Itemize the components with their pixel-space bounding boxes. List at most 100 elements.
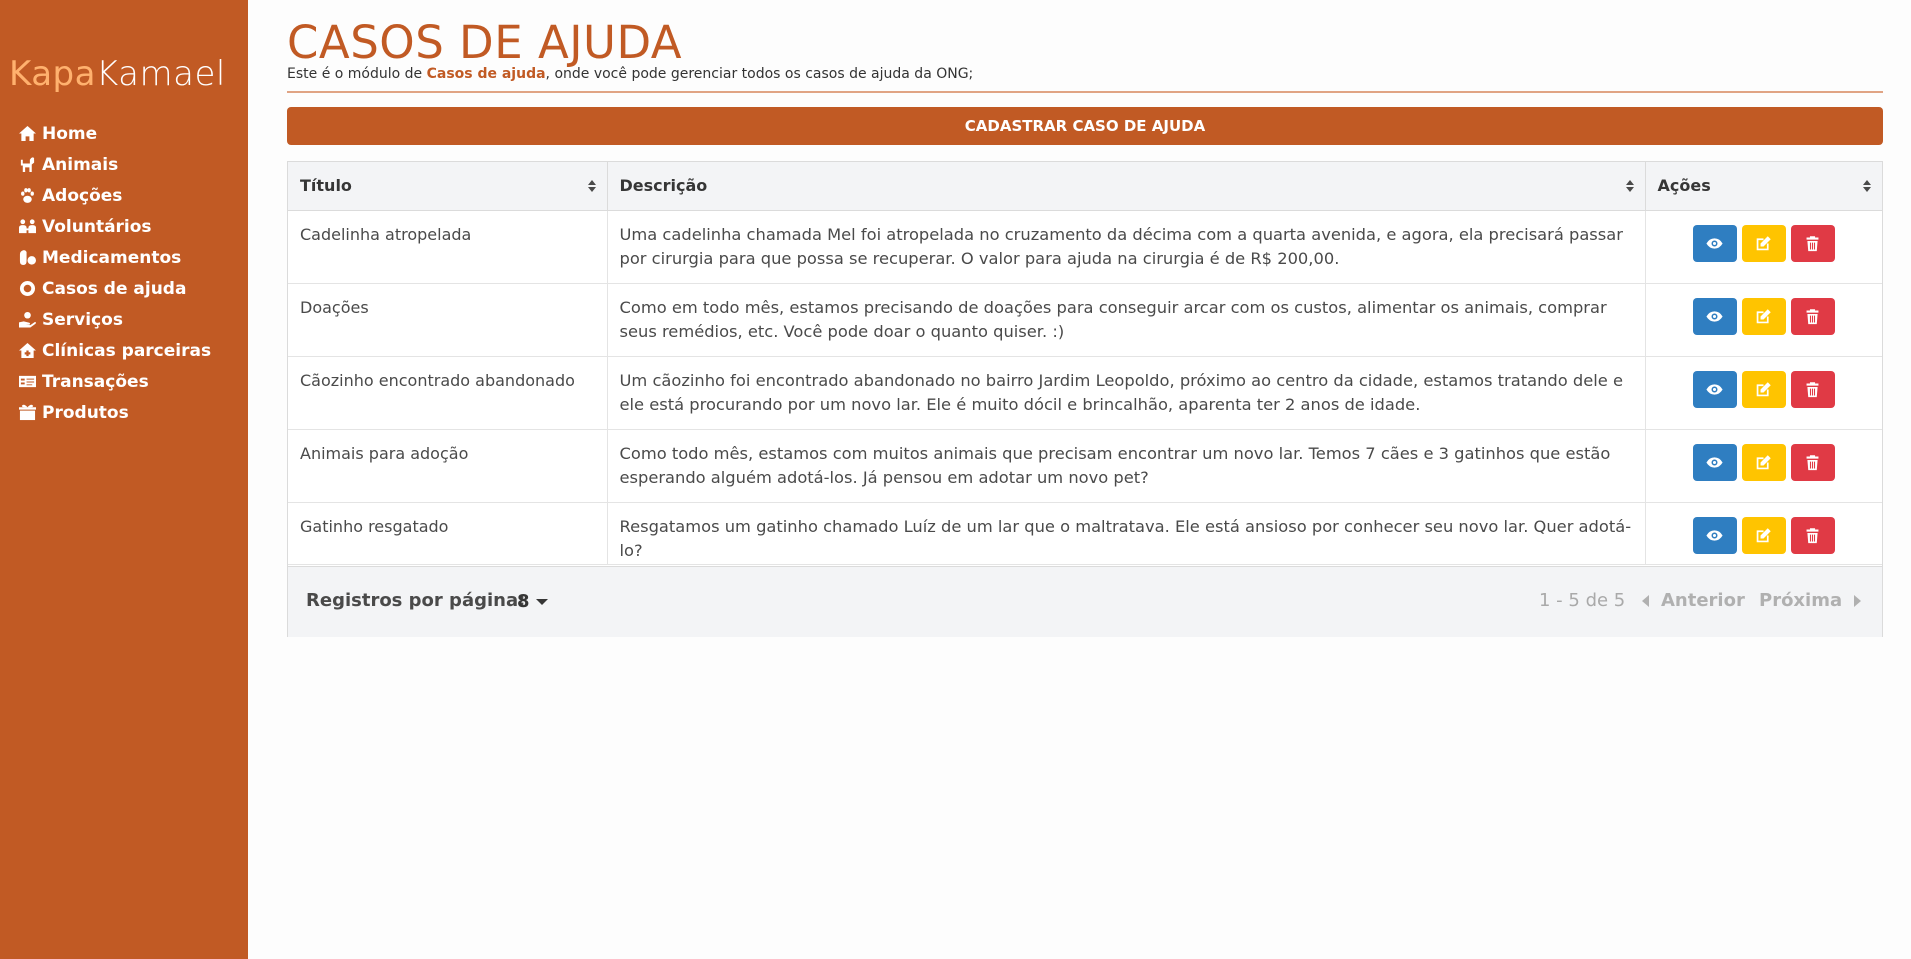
cell-title: Cadelinha atropelada xyxy=(288,210,608,284)
trash-icon xyxy=(1806,308,1819,324)
delete-button[interactable] xyxy=(1790,443,1835,481)
column-label: Ações xyxy=(1657,176,1711,196)
cell-actions xyxy=(1645,283,1882,357)
cell-actions xyxy=(1645,210,1882,284)
previous-page-label: Anterior xyxy=(1661,590,1745,611)
sidebar-item-label: Serviços xyxy=(42,309,123,330)
column-label: Título xyxy=(300,176,352,196)
next-page-button[interactable]: Próxima xyxy=(1759,590,1862,611)
column-header-acoes[interactable]: Ações xyxy=(1645,162,1882,211)
table-row: Gatinho resgatado Resgatamos um gatinho … xyxy=(288,502,1882,565)
logo-text-kapa: Kapa xyxy=(9,54,96,94)
cell-description: Uma cadelinha chamada Mel foi atropelada… xyxy=(607,210,1646,284)
eye-icon xyxy=(1706,383,1723,395)
dog-icon xyxy=(18,156,42,173)
home-icon xyxy=(18,125,42,142)
view-button[interactable] xyxy=(1692,297,1737,335)
volunteers-icon xyxy=(18,218,42,235)
register-help-case-button[interactable]: CADASTRAR CASO DE AJUDA xyxy=(287,107,1883,145)
sidebar-item-label: Clínicas parceiras xyxy=(42,340,212,361)
sidebar-item-voluntarios[interactable]: Voluntários xyxy=(18,211,243,242)
sidebar-item-label: Adoções xyxy=(42,185,123,206)
delete-button[interactable] xyxy=(1790,224,1835,262)
sort-icon xyxy=(1625,180,1634,192)
cell-title: Animais para adoção xyxy=(288,429,608,503)
edit-button[interactable] xyxy=(1741,516,1786,554)
sidebar-item-animais[interactable]: Animais xyxy=(18,149,243,180)
eye-icon xyxy=(1706,237,1723,249)
cell-description: Resgatamos um gatinho chamado Luíz de um… xyxy=(607,502,1646,565)
view-button[interactable] xyxy=(1692,516,1737,554)
sidebar-item-label: Medicamentos xyxy=(42,247,182,268)
sidebar-item-adocoes[interactable]: Adoções xyxy=(18,180,243,211)
column-label: Descrição xyxy=(619,176,708,196)
sidebar-item-servicos[interactable]: Serviços xyxy=(18,304,243,335)
cell-description: Um cãozinho foi encontrado abandonado no… xyxy=(607,356,1646,430)
view-button[interactable] xyxy=(1692,370,1737,408)
table-row: Animais para adoção Como todo mês, estam… xyxy=(288,429,1882,503)
cell-actions xyxy=(1645,429,1882,503)
sidebar-item-home[interactable]: Home xyxy=(18,118,243,149)
previous-page-button[interactable]: Anterior xyxy=(1642,590,1745,611)
pills-icon xyxy=(18,249,42,266)
sidebar-item-transacoes[interactable]: Transações xyxy=(18,366,243,397)
edit-icon xyxy=(1756,527,1771,542)
delete-button[interactable] xyxy=(1790,297,1835,335)
subtitle-module-name: Casos de ajuda xyxy=(426,66,546,82)
subtitle-suffix: , onde você pode gerenciar todos os caso… xyxy=(545,66,974,82)
sidebar-item-label: Animais xyxy=(42,154,119,175)
subtitle-prefix: Este é o módulo de xyxy=(287,66,427,82)
edit-button[interactable] xyxy=(1741,370,1786,408)
table-header-row: Título Descrição Ações xyxy=(288,162,1882,211)
paw-icon xyxy=(18,187,42,204)
rows-per-page-label: Registros por página: xyxy=(306,590,526,611)
data-table: Título Descrição Ações Cadelinha atropel… xyxy=(288,162,1882,565)
edit-icon xyxy=(1756,381,1771,396)
delete-button[interactable] xyxy=(1790,370,1835,408)
chevron-right-icon xyxy=(1854,594,1862,607)
edit-button[interactable] xyxy=(1741,224,1786,262)
logo-text-kamael: Kamael xyxy=(95,54,226,94)
cell-title: Cãozinho encontrado abandonado xyxy=(288,356,608,430)
rows-per-page-value: 8 xyxy=(517,591,530,612)
column-header-descricao[interactable]: Descrição xyxy=(607,162,1646,211)
trash-icon xyxy=(1806,454,1819,470)
sort-icon xyxy=(587,180,596,192)
edit-button[interactable] xyxy=(1741,443,1786,481)
edit-button[interactable] xyxy=(1741,297,1786,335)
eye-icon xyxy=(1706,310,1723,322)
cell-description: Como todo mês, estamos com muitos animai… xyxy=(607,429,1646,503)
table-row: Cãozinho encontrado abandonado Um cãozin… xyxy=(288,356,1882,430)
edit-icon xyxy=(1756,454,1771,469)
sidebar-item-clinicas-parceiras[interactable]: Clínicas parceiras xyxy=(18,335,243,366)
sidebar-item-casos-de-ajuda[interactable]: Casos de ajuda xyxy=(18,273,243,304)
trash-icon xyxy=(1806,235,1819,251)
caret-down-icon xyxy=(535,599,548,605)
cell-actions xyxy=(1645,356,1882,430)
sidebar-item-label: Produtos xyxy=(42,402,129,423)
header-divider xyxy=(287,91,1883,93)
sidebar: KapaKamael Home Animais Adoções Voluntár… xyxy=(0,0,248,959)
sidebar-item-medicamentos[interactable]: Medicamentos xyxy=(18,242,243,273)
page-title: CASOS DE AJUDA xyxy=(287,16,683,69)
sidebar-item-label: Transações xyxy=(42,371,149,392)
view-button[interactable] xyxy=(1692,443,1737,481)
sidebar-item-produtos[interactable]: Produtos xyxy=(18,397,243,428)
box-icon xyxy=(18,404,42,421)
hand-service-icon xyxy=(18,311,42,328)
sidebar-item-label: Casos de ajuda xyxy=(42,278,187,299)
sidebar-item-label: Voluntários xyxy=(42,216,152,237)
cell-title: Doações xyxy=(288,283,608,357)
app-logo[interactable]: KapaKamael xyxy=(9,54,226,94)
rows-per-page-select[interactable]: 8 xyxy=(517,591,548,612)
next-page-label: Próxima xyxy=(1759,590,1843,611)
trash-icon xyxy=(1806,381,1819,397)
life-ring-icon xyxy=(18,280,42,297)
edit-icon xyxy=(1756,235,1771,250)
sort-icon xyxy=(1863,180,1871,192)
column-header-titulo[interactable]: Título xyxy=(288,162,608,211)
cell-actions xyxy=(1645,502,1882,565)
pagination-range: 1 - 5 de 5 xyxy=(1539,590,1626,611)
delete-button[interactable] xyxy=(1790,516,1835,554)
view-button[interactable] xyxy=(1692,224,1737,262)
